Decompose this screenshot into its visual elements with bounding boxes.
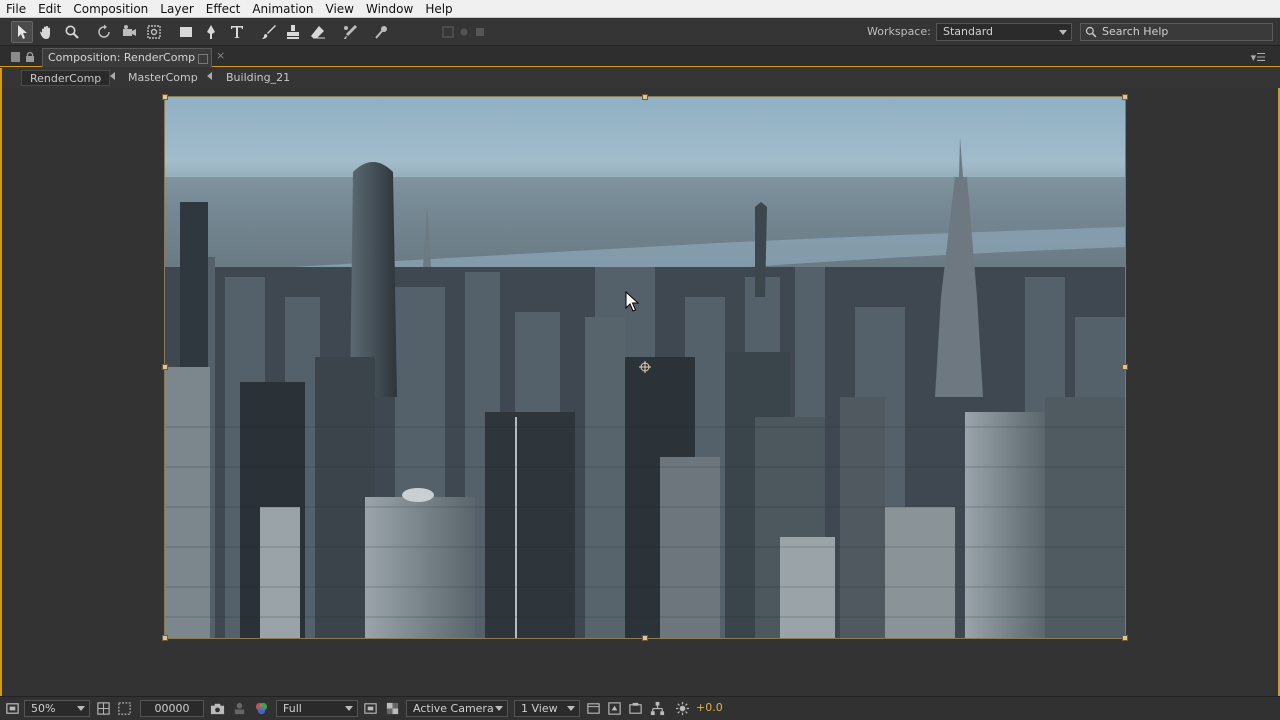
pen-tool-icon[interactable] [200,21,222,43]
tab-label: Composition: RenderComp [48,51,196,64]
resize-handle-right[interactable] [1122,364,1128,370]
resize-handle-top[interactable] [642,94,648,100]
breadcrumb-mastercomp[interactable]: MasterComp [120,70,206,86]
roto-brush-tool-icon[interactable] [339,21,361,43]
hand-tool-icon[interactable] [35,21,57,43]
menu-bar: File Edit Composition Layer Effect Anima… [0,0,1280,18]
region-of-interest-icon[interactable] [363,701,378,716]
resize-handle-top-right[interactable] [1122,94,1128,100]
panel-menu-icon[interactable]: ▾☰ [1251,51,1266,64]
breadcrumb: RenderComp MasterComp Building_21 [0,68,1280,88]
breadcrumb-building-21[interactable]: Building_21 [218,70,298,86]
city-skyline-image [165,97,1125,638]
chevron-down-icon [1059,30,1067,35]
menu-file[interactable]: File [0,0,32,18]
chevron-down-icon [567,706,575,711]
close-icon[interactable]: × [216,49,225,62]
resolution-select[interactable]: Full [276,700,358,717]
camera-value: Active Camera [413,702,494,715]
resize-handle-bottom[interactable] [642,635,648,641]
workspace-label: Workspace: [867,25,931,38]
reset-exposure-icon[interactable] [675,701,690,716]
search-icon [1085,26,1097,38]
fast-previews-icon[interactable] [607,701,622,716]
resize-handle-bottom-right[interactable] [1122,635,1128,641]
panel-tab-bar: Composition: RenderComp × ▾☰ [0,46,1280,67]
comp-flowchart-icon[interactable] [650,701,665,716]
show-snapshot-icon[interactable] [232,701,247,716]
always-preview-icon[interactable] [5,701,20,716]
transparency-grid-icon[interactable] [385,701,400,716]
workspace-value: Standard [943,25,994,38]
breadcrumb-rendercomp[interactable]: RenderComp [21,70,111,86]
selection-tool-icon[interactable] [11,21,33,43]
exposure-value[interactable]: +0.0 [696,700,723,717]
puppet-pin-tool-icon[interactable] [371,21,393,43]
chevron-left-icon [207,72,212,80]
tools-toolbar: Workspace: Standard Search Help [0,18,1280,46]
chevron-down-icon [495,706,503,711]
views-value: 1 View [521,702,558,715]
menu-effect[interactable]: Effect [200,0,247,18]
zoom-tool-icon[interactable] [61,21,83,43]
resize-handle-top-left[interactable] [162,94,168,100]
tab-menu-icon[interactable] [198,54,208,64]
menu-animation[interactable]: Animation [246,0,319,18]
resize-handle-bottom-left[interactable] [162,635,168,641]
eraser-tool-icon[interactable] [307,21,329,43]
resolution-value: Full [283,702,302,715]
search-help-input[interactable]: Search Help [1080,23,1273,41]
type-tool-icon[interactable] [226,21,248,43]
viewer-controls-bar: 50% 00000 Full Active Camera 1 View +0.0 [0,696,1280,720]
rectangle-tool-icon[interactable] [175,21,197,43]
menu-composition[interactable]: Composition [67,0,154,18]
menu-help[interactable]: Help [419,0,458,18]
grid-guides-icon[interactable] [96,701,111,716]
view-camera-select[interactable]: Active Camera [406,700,508,717]
menu-edit[interactable]: Edit [32,0,67,18]
toggle-pixel-aspect-icon[interactable] [586,701,601,716]
snapshot-camera-icon[interactable] [210,701,225,716]
pan-behind-tool-icon[interactable] [143,21,165,43]
tab-composition-rendercomp[interactable]: Composition: RenderComp [42,48,212,67]
rotation-tool-icon[interactable] [93,21,115,43]
view-layout-select[interactable]: 1 View [514,700,580,717]
mask-visibility-icon[interactable] [117,701,132,716]
timeline-icon[interactable] [628,701,643,716]
chevron-down-icon [77,706,85,711]
chevron-down-icon [345,706,353,711]
clone-stamp-tool-icon[interactable] [282,21,304,43]
view-axis-icon[interactable] [469,21,491,43]
chevron-left-icon [110,72,115,80]
camera-orbit-tool-icon[interactable] [118,21,140,43]
composition-frame-image[interactable] [164,96,1126,639]
menu-window[interactable]: Window [360,0,419,18]
menu-layer[interactable]: Layer [154,0,199,18]
workspace-select[interactable]: Standard [936,23,1072,41]
search-placeholder: Search Help [1102,25,1169,38]
brush-tool-icon[interactable] [258,21,280,43]
current-time-field[interactable]: 00000 [140,700,204,717]
magnification-select[interactable]: 50% [24,700,90,717]
timecode-value: 00000 [154,702,190,715]
color-channels-icon[interactable] [254,701,269,716]
magnification-value: 50% [31,702,56,715]
panel-lock-icon[interactable] [10,51,38,63]
mouse-cursor-icon [625,291,639,312]
resize-handle-left[interactable] [162,364,168,370]
menu-view[interactable]: View [320,0,360,18]
